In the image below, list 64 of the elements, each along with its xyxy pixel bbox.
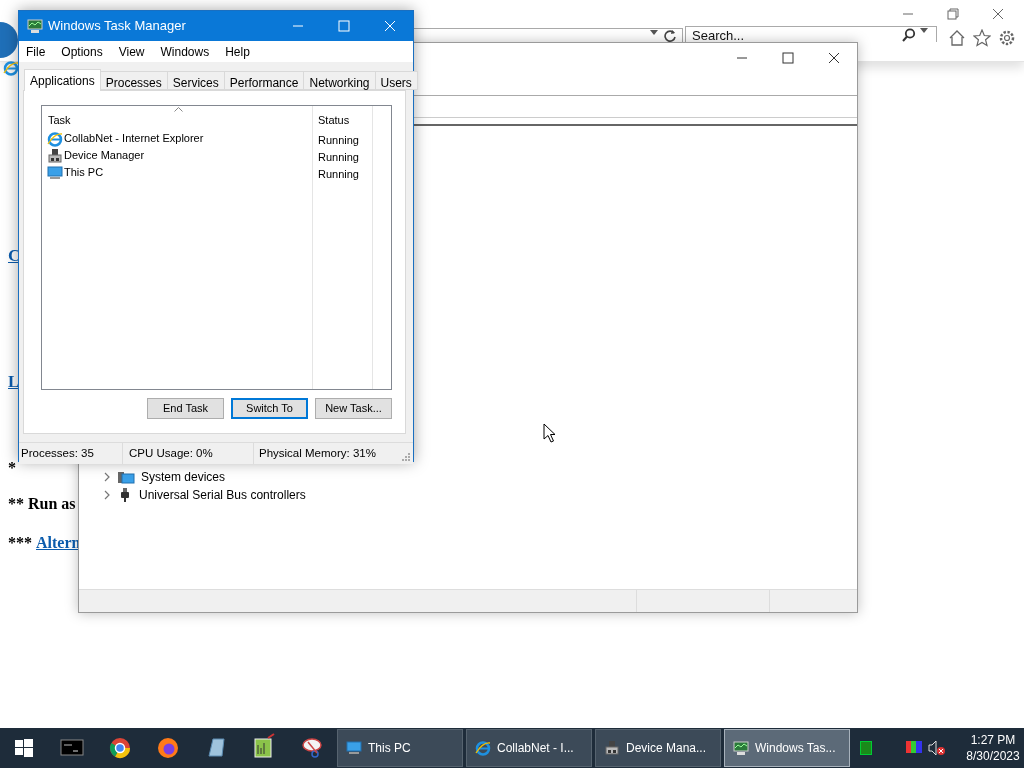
window-title: Windows Task Manager (48, 17, 187, 36)
back-button[interactable] (0, 22, 18, 58)
task-name[interactable]: Device Manager (64, 147, 145, 164)
globe-e-icon (475, 740, 491, 756)
task-name[interactable]: This PC (64, 164, 104, 181)
link[interactable]: L (8, 369, 20, 395)
column-header[interactable]: Status (313, 106, 372, 130)
chevron-icon[interactable] (103, 490, 111, 500)
tab[interactable]: Performance (223, 71, 305, 90)
status-text: Running (317, 167, 360, 181)
monitor-icon (47, 164, 63, 181)
tree-item[interactable]: System devices (141, 468, 226, 486)
monitor-icon (733, 740, 749, 756)
status-text: Running (317, 150, 360, 164)
speaker-muted-icon[interactable] (928, 740, 946, 756)
monitor-icon (27, 18, 43, 34)
menu-item[interactable]: Help (225, 42, 250, 61)
resize-grip-icon[interactable] (401, 452, 411, 462)
folder-monitor-icon (117, 469, 135, 485)
task-name[interactable]: CollabNet - Internet Explorer (64, 130, 204, 147)
globe-e-icon (47, 130, 63, 147)
mouse-pointer-icon (543, 423, 556, 443)
menu-item[interactable]: View (118, 42, 145, 61)
menu-item[interactable]: File (26, 42, 46, 61)
color-display-icon[interactable] (906, 741, 922, 755)
taskbar-button[interactable]: Device Mana... (595, 729, 721, 767)
column-header[interactable]: Task (42, 106, 312, 130)
clock[interactable]: 1:27 PM 8/30/2023 (958, 732, 1024, 764)
menu-item[interactable]: Options (61, 42, 103, 61)
note-text: ** Run as (8, 494, 76, 514)
address-bar[interactable] (414, 28, 683, 42)
tab[interactable]: Networking (303, 71, 376, 90)
note-text: *** (8, 533, 33, 553)
search-field[interactable]: Search... (685, 26, 937, 42)
chevron-icon[interactable] (103, 472, 111, 482)
note-text: * (8, 458, 16, 478)
refresh-icon (664, 30, 676, 42)
status-text: Running (317, 133, 360, 147)
tab[interactable]: Applications (24, 69, 101, 91)
menu-item[interactable]: Windows (160, 42, 210, 61)
button[interactable]: Switch To (231, 398, 308, 419)
status-text: Processes: 35 (19, 443, 123, 464)
button[interactable]: New Task... (315, 398, 392, 419)
taskbar-button[interactable]: Windows Tas... (724, 729, 850, 767)
tab[interactable]: Processes (99, 71, 168, 90)
taskbar-button[interactable]: CollabNet - I... (466, 729, 592, 767)
monitor-icon (346, 740, 362, 756)
caret-icon (920, 28, 928, 33)
caret-icon (650, 30, 658, 35)
status-text: CPU Usage: 0% (123, 443, 254, 464)
search-icon (902, 28, 916, 42)
button[interactable]: End Task (147, 398, 224, 419)
printer-icon (604, 740, 620, 756)
settings-icon[interactable] (998, 29, 1016, 47)
printer-icon (47, 147, 63, 164)
home-icon[interactable] (948, 29, 966, 47)
tab[interactable]: Users (374, 71, 418, 90)
tab[interactable]: Services (166, 71, 225, 90)
globe-e-icon (3, 60, 19, 76)
search-input[interactable]: Search... (692, 28, 898, 43)
taskbar-button[interactable]: This PC (337, 729, 463, 767)
star-icon[interactable] (973, 29, 991, 47)
status-text: Physical Memory: 31% (258, 445, 376, 461)
tree-item[interactable]: Universal Serial Bus controllers (139, 486, 306, 504)
